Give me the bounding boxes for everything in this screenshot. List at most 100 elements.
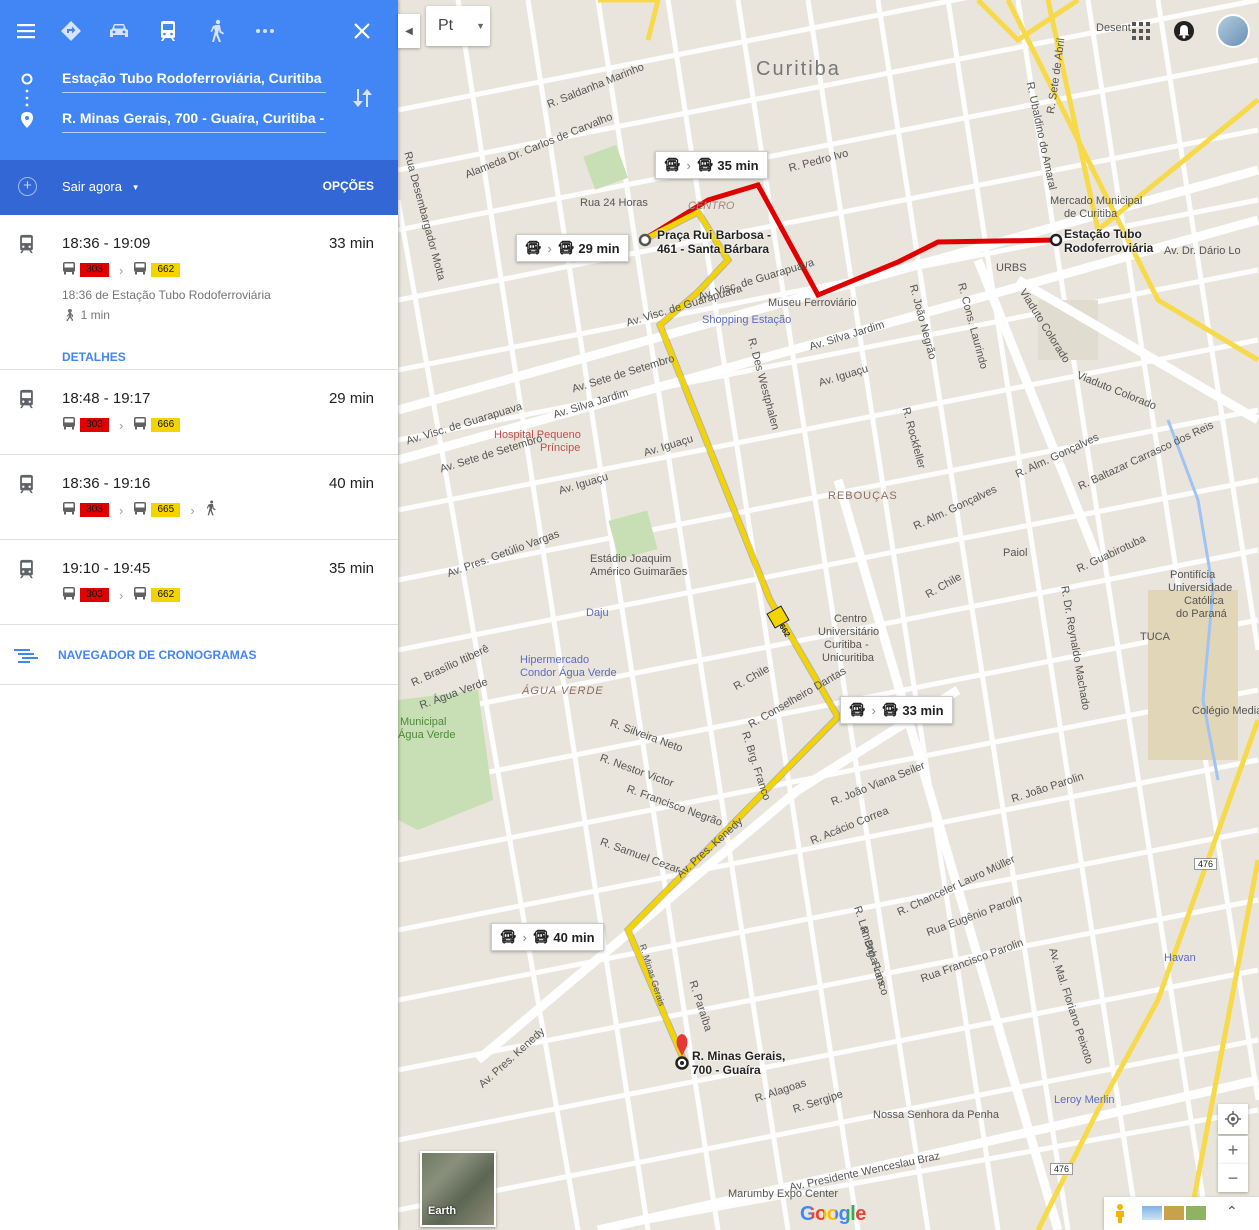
route-duration: 29 min xyxy=(328,390,374,407)
chevron-right-icon: › xyxy=(119,587,124,603)
imagery-thumbnail[interactable] xyxy=(1164,1206,1184,1220)
callout-duration: 35 min xyxy=(717,157,759,173)
poi-label[interactable]: Água Verde xyxy=(398,729,456,741)
poi-label[interactable]: Hipermercado xyxy=(520,654,589,666)
bus-icon: 🚍︎ xyxy=(525,240,542,255)
details-link[interactable]: DETALHES xyxy=(62,350,126,364)
route-option[interactable]: 18:48 - 19:17 29 min 303 › 666 xyxy=(0,370,398,455)
imagery-strip[interactable]: ⌃ xyxy=(1104,1197,1259,1230)
route-time: 19:10 - 19:45 xyxy=(62,560,151,577)
map-layer-toggle[interactable]: Pt ▼ xyxy=(426,6,490,46)
zoom-out-button[interactable]: − xyxy=(1218,1164,1248,1192)
poi-label[interactable]: Estádio Joaquim xyxy=(590,553,671,565)
expand-chevron-icon[interactable]: ⌃ xyxy=(1226,1203,1238,1220)
chevron-right-icon: › xyxy=(119,262,124,278)
dropdown-arrow-icon: ▼ xyxy=(131,183,140,193)
street-label: Av. Dr. Dário Lo xyxy=(1164,245,1241,257)
route-callout[interactable]: 🚍︎ › 🚍︎ 35 min xyxy=(655,151,768,179)
zoom-in-button[interactable]: + xyxy=(1218,1136,1248,1164)
poi-label[interactable]: URBS xyxy=(996,262,1027,274)
callout-duration: 40 min xyxy=(553,929,595,945)
poi-label[interactable]: Américo Guimarães xyxy=(590,566,687,578)
route-option[interactable]: 19:10 - 19:45 35 min 303 › 662 xyxy=(0,540,398,625)
chevron-right-icon: › xyxy=(686,157,691,173)
route-duration: 40 min xyxy=(328,475,374,492)
destination-field[interactable]: R. Minas Gerais, 700 - Guaíra, Curitiba … xyxy=(62,103,326,133)
bus-icon xyxy=(133,586,147,605)
map-canvas[interactable]: Curitiba CENTRO REBOUÇAS ÁGUA VERDE Rua … xyxy=(398,0,1259,1230)
poi-label[interactable]: Universitário xyxy=(818,626,879,638)
car-icon[interactable] xyxy=(102,14,136,48)
imagery-thumbnail[interactable] xyxy=(1142,1206,1162,1220)
walk-duration: 1 min xyxy=(80,308,110,322)
poi-label[interactable]: Daju xyxy=(586,607,609,619)
poi-label[interactable]: Nossa Senhora da Penha xyxy=(873,1109,999,1121)
imagery-thumbnail[interactable] xyxy=(1186,1206,1206,1220)
transit-icon xyxy=(18,559,35,584)
origin-field[interactable]: Estação Tubo Rodoferroviária, Curitiba - xyxy=(62,63,326,93)
menu-icon[interactable] xyxy=(9,14,43,48)
poi-label[interactable]: Mercado Municipal xyxy=(1050,195,1142,207)
poi-label[interactable]: Paiol xyxy=(1003,547,1027,559)
options-button[interactable]: OPÇÕES xyxy=(323,179,374,193)
notifications-bell-icon[interactable] xyxy=(1174,20,1194,47)
poi-label[interactable]: Leroy Merlin xyxy=(1054,1094,1115,1106)
apps-grid-icon[interactable] xyxy=(1132,22,1150,45)
directions-header: Estação Tubo Rodoferroviária, Curitiba -… xyxy=(0,0,398,160)
pegman-icon[interactable] xyxy=(1112,1203,1128,1228)
account-avatar[interactable] xyxy=(1216,14,1250,48)
directions-icon[interactable] xyxy=(54,14,88,48)
add-destination-icon[interactable]: + xyxy=(18,177,37,196)
poi-label[interactable]: do Paraná xyxy=(1176,608,1227,620)
poi-label[interactable]: Príncipe xyxy=(540,442,580,454)
bus-icon xyxy=(133,261,147,280)
bus-icon xyxy=(133,501,147,520)
close-icon[interactable] xyxy=(345,14,379,48)
more-icon[interactable] xyxy=(248,14,282,48)
walk-icon[interactable] xyxy=(200,14,234,48)
poi-label[interactable]: Pontifícia xyxy=(1170,569,1215,581)
top-right-tools xyxy=(1128,14,1259,50)
bus-icon: 🚍︎ xyxy=(500,929,517,944)
poi-label[interactable]: Curitiba - xyxy=(824,639,869,651)
chevron-right-icon: › xyxy=(190,502,195,518)
route-callout[interactable]: 🚍︎ › 🚍︎ 29 min xyxy=(516,234,629,262)
route-dots-icon xyxy=(25,88,29,113)
poi-label[interactable]: Centro xyxy=(834,613,867,625)
district-label: ÁGUA VERDE xyxy=(522,685,604,697)
poi-label[interactable]: Havan xyxy=(1164,952,1196,964)
leave-now-dropdown[interactable]: Sair agora ▼ xyxy=(62,179,140,194)
transit-icon[interactable] xyxy=(151,14,185,48)
poi-label[interactable]: Marumby Expo Center xyxy=(728,1188,838,1200)
route-time: 18:36 - 19:16 xyxy=(62,475,151,492)
earth-view-toggle[interactable]: Earth xyxy=(420,1151,496,1227)
poi-label[interactable]: Unicuritiba xyxy=(822,652,874,664)
collapse-panel-button[interactable]: ◀ xyxy=(398,14,420,48)
poi-label[interactable]: Católica xyxy=(1184,595,1224,607)
bus-icon: 🚍︎ xyxy=(881,702,899,717)
route-time: 18:48 - 19:17 xyxy=(62,390,151,407)
transit-icon xyxy=(18,234,35,259)
route-option[interactable]: 18:36 - 19:09 33 min 303 › 662 18:36 de … xyxy=(0,215,398,370)
praca-label-line: 461 - Santa Bárbara xyxy=(657,242,770,256)
poi-label[interactable]: Desent xyxy=(1096,22,1131,34)
chevron-right-icon: › xyxy=(547,240,552,256)
route-callout[interactable]: 🚍︎ › 🚍︎ 33 min xyxy=(840,696,953,724)
poi-label[interactable]: Shopping Estação xyxy=(702,314,791,326)
poi-label[interactable]: Condor Água Verde xyxy=(520,667,617,679)
bus-line-badge: 303 xyxy=(80,418,109,432)
poi-label[interactable]: TUCA xyxy=(1140,631,1170,643)
poi-label[interactable]: Municipal xyxy=(400,716,446,728)
bus-icon: 🚍︎ xyxy=(696,157,714,172)
poi-label[interactable]: de Curitiba xyxy=(1064,208,1117,220)
my-location-icon[interactable] xyxy=(1218,1104,1248,1134)
poi-label[interactable]: Colégio Medianei xyxy=(1192,705,1259,717)
poi-label[interactable]: Rua 24 Horas xyxy=(580,197,648,209)
route-option[interactable]: 18:36 - 19:16 40 min 303 › 665 › xyxy=(0,455,398,540)
route-callout[interactable]: 🚍︎ › 🚍︎ 40 min xyxy=(491,923,604,951)
poi-label[interactable]: Universidade xyxy=(1168,582,1232,594)
swap-icon[interactable] xyxy=(348,84,376,112)
poi-label[interactable]: Museu Ferroviário xyxy=(768,297,857,309)
schedule-browser-link[interactable]: NAVEGADOR DE CRONOGRAMAS xyxy=(0,625,398,685)
origin-label-line: Estação Tubo xyxy=(1064,227,1142,241)
